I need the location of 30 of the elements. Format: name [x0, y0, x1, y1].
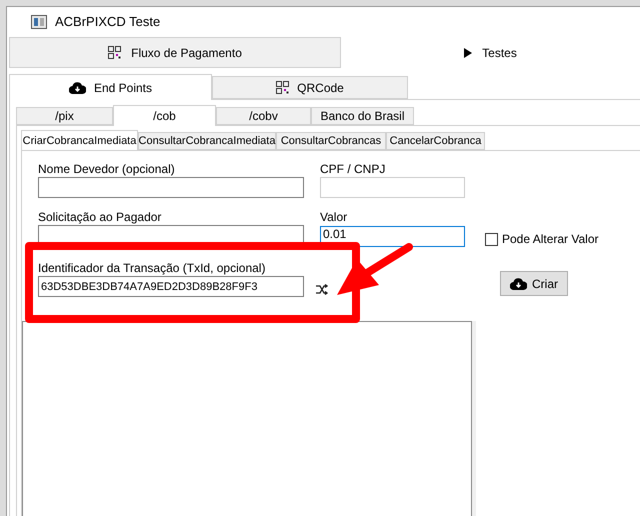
window-title: ACBrPIXCD Teste — [55, 13, 160, 32]
tab[interactable]: End Points — [9, 74, 212, 100]
app-icon — [31, 15, 47, 29]
tab[interactable]: ConsultarCobrancaImediata — [138, 132, 276, 150]
tab[interactable]: ConsultarCobrancas — [276, 132, 386, 150]
tab[interactable]: Banco do Brasil — [311, 107, 414, 125]
play-icon — [464, 48, 472, 58]
tab[interactable]: CriarCobrancaImediata — [21, 130, 138, 151]
cloud-download-icon — [510, 278, 527, 290]
shuffle-icon[interactable] — [315, 284, 328, 295]
tab[interactable]: CancelarCobranca — [386, 132, 485, 150]
field-label: Valor — [320, 209, 348, 225]
create-button[interactable]: Criar — [500, 271, 568, 296]
input-field[interactable]: 63D53DBE3DB74A7A9ED2D3D89B28F9F3 — [38, 276, 304, 297]
checkbox-label: Pode Alterar Valor — [502, 231, 598, 248]
checkbox[interactable] — [485, 232, 498, 246]
input-field[interactable] — [38, 177, 304, 198]
field-label: CPF / CNPJ — [320, 161, 386, 177]
field-label: Solicitação ao Pagador — [38, 209, 162, 225]
tab[interactable]: /cob — [113, 105, 216, 126]
field-label: Identificador da Transação (TxId, opcional) — [38, 260, 266, 276]
input-field[interactable]: 0.01 — [320, 226, 465, 246]
qr-code-icon — [276, 81, 290, 94]
tab[interactable]: /cobv — [216, 107, 311, 125]
cloud-download-icon — [68, 82, 86, 94]
tab[interactable]: QRCode — [212, 76, 408, 99]
tab[interactable]: /pix — [16, 107, 113, 125]
qr-code-icon — [108, 46, 122, 59]
field-label: Nome Devedor (opcional) — [38, 161, 176, 177]
tab[interactable]: Fluxo de Pagamento — [9, 37, 341, 68]
